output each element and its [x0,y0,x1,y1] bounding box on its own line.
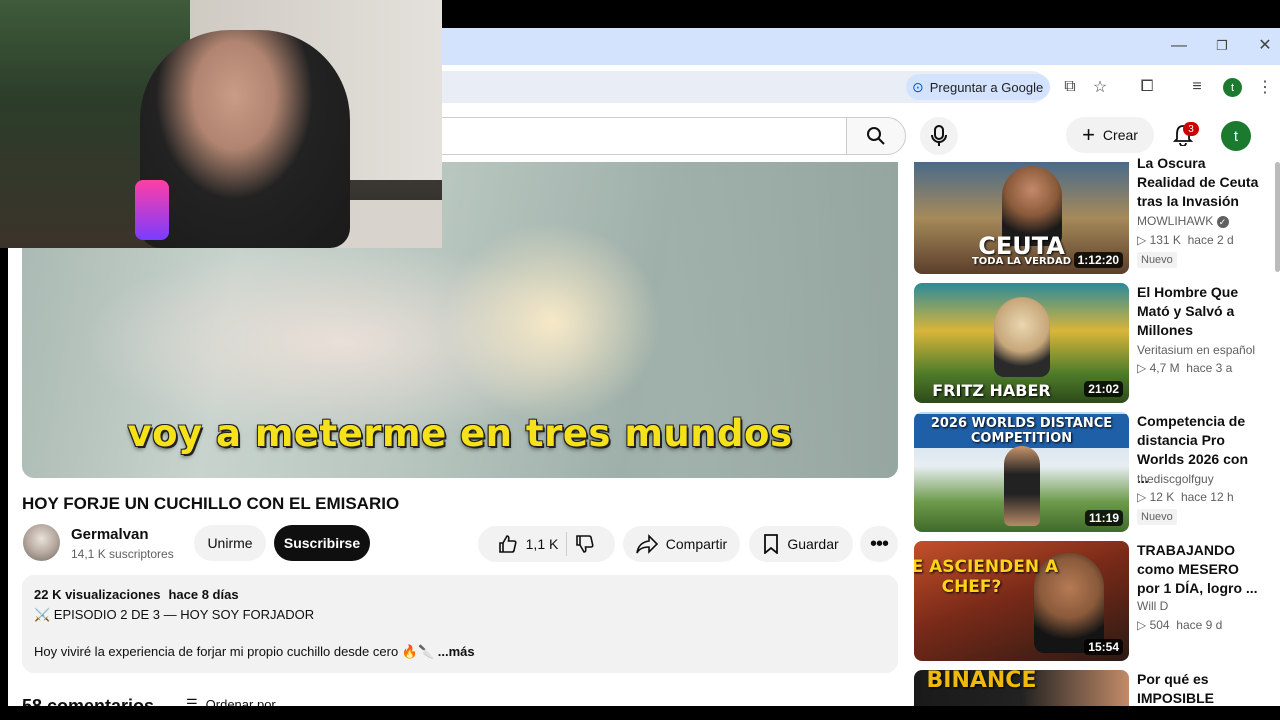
thumbnail-text: 2026 WORLDS DISTANCE COMPETITION [914,414,1129,448]
minimize-icon[interactable]: — [1171,36,1187,56]
thumbnail-text: ¿ME ASCIENDEN A CHEF? [914,557,1059,597]
description-text: Hoy viviré la experiencia de forjar mi p… [34,644,475,660]
channel-name[interactable]: thediscgolfguy [1137,472,1214,486]
more-icon: ••• [869,533,889,555]
search-icon [867,127,885,145]
video-title[interactable]: Por qué es IMPOSIBLE derrocar [1137,670,1263,706]
channel-name[interactable]: Germalvan [71,526,149,543]
show-more-link[interactable]: ...más [438,644,475,659]
search-input[interactable] [442,117,847,155]
ask-google-button[interactable]: ⊙ Preguntar a Google [906,74,1050,100]
channel-name[interactable]: MOWLIHAWK ✓ [1137,214,1229,228]
browser-tab-strip: — ❐ ✕ [442,28,1280,65]
subscribe-button[interactable]: Suscribirse [274,525,370,561]
plus-icon: + [1082,122,1095,147]
page-scrollbar[interactable] [1275,162,1280,272]
video-title[interactable]: La Oscura Realidad de Ceuta tras la Inva… [1137,154,1263,211]
recommendation-item[interactable]: BINANCE Por qué es IMPOSIBLE derrocar [914,670,1266,706]
share-icon [635,534,658,554]
recommendation-item[interactable]: 2026 WORLDS DISTANCE COMPETITION 11:19 C… [914,412,1266,532]
thumbs-down-icon[interactable] [575,534,595,554]
video-duration: 15:54 [1084,639,1123,655]
video-thumbnail[interactable]: BINANCE [914,670,1129,706]
video-thumbnail[interactable]: 2026 WORLDS DISTANCE COMPETITION 11:19 [914,412,1129,532]
like-divider [566,532,568,556]
channel-name[interactable]: Will D [1137,599,1168,613]
new-badge: Nuevo [1137,509,1177,525]
share-label: Compartir [665,536,728,552]
save-button[interactable]: Guardar [749,526,853,562]
thumbs-up-icon[interactable] [498,534,518,554]
thumbnail-text: BINANCE [926,670,1037,693]
play-icon: ▷ [1137,233,1147,247]
description-stats: 22 K visualizaciones hace 8 días [34,587,247,602]
screen-bottom-border [0,706,1280,720]
screen: — ❐ ✕ ⊙ Preguntar a Google ⧉ ☆ ⧠ ≡ t ⋮ +… [0,0,1280,720]
channel-name[interactable]: Veritasium en español [1137,343,1255,357]
join-button[interactable]: Unirme [194,525,266,561]
ask-google-label: Preguntar a Google [929,79,1044,95]
video-meta: ▷ 504 hace 9 d [1137,618,1223,632]
notifications-badge: 3 [1183,122,1199,136]
new-badge: Nuevo [1137,252,1177,268]
browser-profile-avatar[interactable]: t [1223,78,1242,97]
google-lens-icon: ⊙ [912,78,924,95]
recommendation-item[interactable]: FRITZ HABER 21:02 El Hombre Que Mató y S… [914,283,1266,403]
extensions-icon[interactable]: ⧠ [1138,78,1156,96]
restore-icon[interactable]: ❐ [1214,36,1230,56]
video-thumbnail[interactable]: ¿ME ASCIENDEN A CHEF? 15:54 [914,541,1129,661]
video-title[interactable]: El Hombre Que Mató y Salvó a Millones [1137,283,1263,340]
reading-list-icon[interactable]: ≡ [1188,78,1206,96]
verified-icon: ✓ [1216,216,1229,228]
video-thumbnail[interactable]: FRITZ HABER 21:02 [914,283,1129,403]
video-duration: 11:19 [1084,510,1123,526]
channel-avatar[interactable] [23,524,60,561]
recommendation-item[interactable]: ¿ME ASCIENDEN A CHEF? 15:54 TRABAJANDO c… [914,541,1266,661]
play-icon: ▷ [1137,618,1147,632]
video-thumbnail[interactable]: CEUTA TODA LA VERDAD 1:12:20 [914,162,1129,274]
like-count[interactable]: 1,1 K [526,536,559,552]
bookmark-star-icon[interactable]: ☆ [1091,78,1109,96]
share-button[interactable]: Compartir [623,526,740,562]
video-subtitle: voy a meterme en tres mundos [127,412,793,455]
channel-subscribers: 14,1 K suscriptores [71,547,174,561]
close-icon[interactable]: ✕ [1257,35,1273,55]
description-body: Hoy viviré la experiencia de forjar mi p… [34,644,435,659]
microphone-icon [931,125,947,146]
browser-menu-icon[interactable]: ⋮ [1257,78,1273,96]
create-label: Crear [1102,127,1138,143]
install-app-icon[interactable]: ⧉ [1061,78,1079,96]
like-dislike-group: 1,1 K [478,526,615,562]
view-count: 22 K visualizaciones [34,587,161,602]
upload-date: hace 8 días [168,587,239,602]
video-meta: ▷ 4,7 M hace 3 a [1137,361,1233,375]
play-icon: ▷ [1137,361,1147,375]
create-button[interactable]: + Crear [1066,117,1154,153]
search-button[interactable] [846,117,906,155]
video-duration: 1:12:20 [1073,252,1123,268]
video-meta: ▷ 12 K hace 12 h [1137,490,1234,504]
voice-search-button[interactable] [920,117,958,155]
webcam-overlay [0,0,442,248]
video-title: HOY FORJE UN CUCHILLO CON EL EMISARIO [22,494,400,513]
video-title[interactable]: TRABAJANDO como MESERO por 1 DÍA, logro … [1137,541,1263,598]
save-label: Guardar [787,536,839,552]
description-episode: ⚔️ EPISODIO 2 DE 3 — HOY SOY FORJADOR [34,607,315,622]
video-meta: ▷ 131 K hace 2 d [1137,233,1234,247]
screen-left-border [0,248,8,720]
account-avatar[interactable]: t [1221,121,1251,151]
thumbnail-text: FRITZ HABER [932,381,1051,400]
play-icon: ▷ [1137,490,1147,504]
bookmark-icon [764,534,779,554]
more-actions-button[interactable]: ••• [860,526,898,562]
recommendation-item[interactable]: CEUTA TODA LA VERDAD 1:12:20 La Oscura R… [914,155,1266,274]
video-duration: 21:02 [1084,381,1123,397]
